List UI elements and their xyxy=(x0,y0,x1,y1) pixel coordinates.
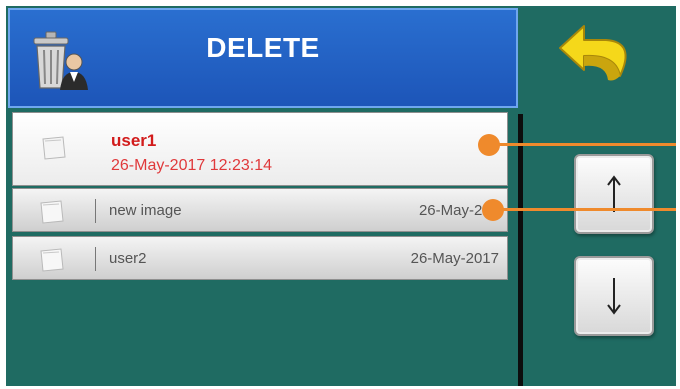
callout-marker xyxy=(478,134,500,156)
list-item-name: user2 xyxy=(109,250,147,267)
callout-marker xyxy=(482,199,504,221)
back-arrow-icon[interactable] xyxy=(554,20,644,92)
selected-item-name: user1 xyxy=(111,131,157,150)
page-title: DELETE xyxy=(206,32,320,63)
list-item[interactable]: new image 26-May-201 xyxy=(12,188,508,232)
file-icon xyxy=(42,136,66,160)
scroll-up-button[interactable] xyxy=(574,154,654,234)
screen: DELETE user1 26-May-2017 12:23:14 new im… xyxy=(6,6,676,386)
header-bar: DELETE xyxy=(8,8,518,108)
list-item-selected[interactable]: user1 26-May-2017 12:23:14 xyxy=(12,112,508,186)
file-icon xyxy=(40,248,64,272)
scrollbar[interactable] xyxy=(518,114,523,386)
list-item-date: 26-May-2017 xyxy=(410,250,499,267)
callout-line xyxy=(496,208,676,211)
list-item-name: new image xyxy=(109,202,182,219)
selected-item-datetime: 26-May-2017 12:23:14 xyxy=(111,157,272,174)
callout-line xyxy=(494,143,676,146)
row-separator xyxy=(95,199,96,223)
row-separator xyxy=(95,247,96,271)
list-item[interactable]: user2 26-May-2017 xyxy=(12,236,508,280)
file-icon xyxy=(40,200,64,224)
scroll-down-button[interactable] xyxy=(574,256,654,336)
arrow-down-icon xyxy=(607,278,621,315)
